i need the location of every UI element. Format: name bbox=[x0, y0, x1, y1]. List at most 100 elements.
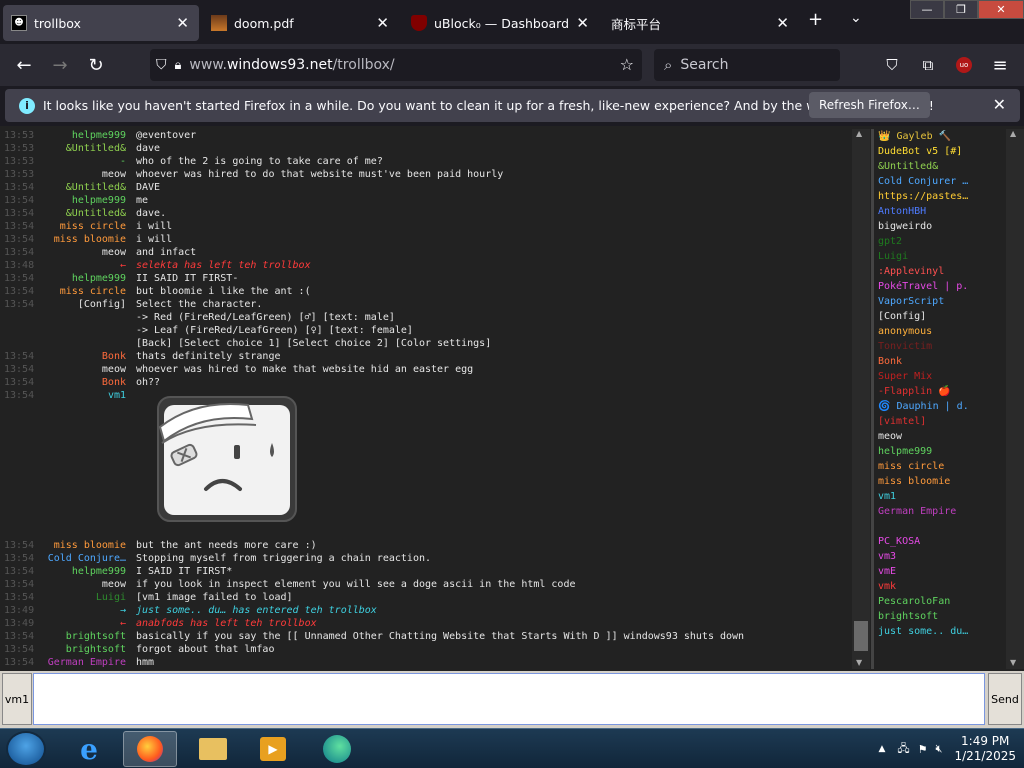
back-icon[interactable]: ← bbox=[6, 49, 42, 81]
message-nick[interactable]: German Empire bbox=[30, 656, 126, 667]
user-list-item[interactable]: Super Mix bbox=[874, 369, 1006, 384]
user-list-item[interactable]: 🌀 Dauphin | d. bbox=[874, 399, 1006, 414]
bookmark-star-icon[interactable]: ☆ bbox=[620, 55, 634, 74]
user-list-item[interactable]: PC_KOSA bbox=[874, 534, 1006, 549]
clock[interactable]: 1:49 PM 1/21/2025 bbox=[954, 734, 1016, 764]
message-nick[interactable]: meow bbox=[30, 578, 126, 591]
start-button-icon[interactable] bbox=[6, 731, 46, 767]
user-list-item[interactable] bbox=[874, 519, 1006, 534]
message-nick[interactable]: Bonk bbox=[30, 350, 126, 363]
user-list-item[interactable]: gpt2 bbox=[874, 234, 1006, 249]
scroll-up-icon[interactable]: ▲ bbox=[856, 129, 862, 138]
search-bar[interactable]: ⌕ Search bbox=[654, 49, 840, 81]
user-list-item[interactable]: Cold Conjurer … bbox=[874, 174, 1006, 189]
user-list-item[interactable]: PescaroloFan bbox=[874, 594, 1006, 609]
user-list-item[interactable]: -Flapplin 🍎 bbox=[874, 384, 1006, 399]
message-nick[interactable]: miss bloomie bbox=[30, 233, 126, 246]
message-nick[interactable]: &Untitled& bbox=[30, 181, 126, 194]
message-nick[interactable]: helpme999 bbox=[30, 194, 126, 207]
file-explorer-icon[interactable] bbox=[186, 731, 240, 767]
menu-icon[interactable]: ≡ bbox=[982, 49, 1018, 81]
user-list-item[interactable]: miss circle bbox=[874, 459, 1006, 474]
ublock-toolbar-icon[interactable]: uo bbox=[946, 49, 982, 81]
show-hidden-icons-icon[interactable]: ▲ bbox=[878, 744, 885, 754]
user-list-item[interactable]: &Untitled& bbox=[874, 159, 1006, 174]
user-list-item[interactable]: bigweirdo bbox=[874, 219, 1006, 234]
user-list-item[interactable]: Bonk bbox=[874, 354, 1006, 369]
list-tabs-chevron-icon[interactable]: ⌄ bbox=[850, 10, 862, 26]
message-nick[interactable]: &Untitled& bbox=[30, 142, 126, 155]
shield-icon[interactable]: ⛉ bbox=[156, 57, 167, 73]
message-nick[interactable]: Cold Conjure… bbox=[30, 552, 126, 565]
message-nick[interactable]: helpme999 bbox=[30, 272, 126, 285]
message-nick[interactable]: meow bbox=[30, 363, 126, 376]
user-list-scrollbar[interactable]: ▲ ▼ bbox=[1006, 129, 1024, 669]
message-nick[interactable]: → bbox=[30, 604, 126, 617]
chat-scrollbar[interactable]: ▲ ▼ bbox=[852, 129, 870, 669]
reload-icon[interactable]: ↻ bbox=[78, 49, 114, 81]
message-nick[interactable]: &Untitled& bbox=[30, 207, 126, 220]
message-nick[interactable]: helpme999 bbox=[30, 565, 126, 578]
tab-ublock-dashboard[interactable]: uBlock₀ — Dashboard ✕ bbox=[403, 5, 599, 41]
user-list-item[interactable]: Tonvictim bbox=[874, 339, 1006, 354]
new-tab-icon[interactable]: + bbox=[808, 9, 823, 30]
user-list-item[interactable]: vmE bbox=[874, 564, 1006, 579]
message-nick[interactable]: ← bbox=[30, 259, 126, 272]
message-nick[interactable]: miss circle bbox=[30, 285, 126, 298]
user-list-item[interactable]: Luigi bbox=[874, 249, 1006, 264]
scroll-down-icon[interactable]: ▼ bbox=[1010, 658, 1016, 667]
user-list-item[interactable]: miss bloomie bbox=[874, 474, 1006, 489]
flag-icon[interactable]: ⚑ bbox=[918, 743, 928, 756]
url-text[interactable]: www.windows93.net/trollbox/ bbox=[189, 57, 394, 73]
user-list-item[interactable]: [Config] bbox=[874, 309, 1006, 324]
user-list-item[interactable]: https://pastes… bbox=[874, 189, 1006, 204]
user-list-item[interactable]: vmk bbox=[874, 579, 1006, 594]
edge-icon[interactable] bbox=[310, 731, 364, 767]
close-tab-icon[interactable]: ✕ bbox=[176, 14, 189, 32]
message-nick[interactable]: brightsoft bbox=[30, 643, 126, 656]
message-nick[interactable]: helpme999 bbox=[30, 129, 126, 142]
user-list-item[interactable]: German Empire bbox=[874, 504, 1006, 519]
message-nick[interactable]: [Config] bbox=[30, 298, 126, 311]
message-nick[interactable]: miss bloomie bbox=[30, 539, 126, 552]
message-nick[interactable]: vm1 bbox=[30, 389, 126, 402]
lock-icon[interactable]: 🔒︎ bbox=[175, 58, 182, 73]
message-input[interactable] bbox=[33, 673, 985, 725]
message-nick[interactable]: miss circle bbox=[30, 220, 126, 233]
user-list-item[interactable]: anonymous bbox=[874, 324, 1006, 339]
close-tab-icon[interactable]: ✕ bbox=[376, 14, 389, 32]
message-nick[interactable]: Luigi bbox=[30, 591, 126, 604]
message-nick[interactable]: - bbox=[30, 155, 126, 168]
user-list-item[interactable]: vm3 bbox=[874, 549, 1006, 564]
firefox-icon[interactable] bbox=[123, 731, 177, 767]
message-nick[interactable]: meow bbox=[30, 168, 126, 181]
user-list-item[interactable]: helpme999 bbox=[874, 444, 1006, 459]
internet-explorer-icon[interactable]: e bbox=[62, 731, 116, 767]
chat-scroll-thumb[interactable] bbox=[854, 621, 868, 651]
tab-trollbox[interactable]: ☻ trollbox ✕ bbox=[3, 5, 199, 41]
scroll-down-icon[interactable]: ▼ bbox=[856, 658, 862, 667]
user-list-item[interactable]: vm1 bbox=[874, 489, 1006, 504]
message-nick[interactable]: brightsoft bbox=[30, 630, 126, 643]
user-list-item[interactable]: just some.. du… bbox=[874, 624, 1006, 639]
minimize-icon[interactable]: — bbox=[910, 0, 944, 19]
user-list-item[interactable]: VaporScript bbox=[874, 294, 1006, 309]
message-nick[interactable]: meow bbox=[30, 246, 126, 259]
network-icon[interactable]: 🖧︎ bbox=[897, 740, 909, 759]
message-nick[interactable]: ← bbox=[30, 617, 126, 630]
forward-icon[interactable]: → bbox=[42, 49, 78, 81]
user-list-item[interactable]: meow bbox=[874, 429, 1006, 444]
close-window-icon[interactable]: ✕ bbox=[978, 0, 1024, 19]
media-player-icon[interactable]: ▶ bbox=[246, 731, 300, 767]
tab-doom-pdf[interactable]: doom.pdf ✕ bbox=[203, 5, 399, 41]
close-notification-icon[interactable]: ✕ bbox=[993, 95, 1006, 114]
user-list-item[interactable]: 👑 Gayleb 🔨 bbox=[874, 129, 1006, 144]
user-list-item[interactable]: :Applevinyl bbox=[874, 264, 1006, 279]
refresh-firefox-button[interactable]: Refresh Firefox… bbox=[809, 92, 930, 118]
user-list-item[interactable]: DudeBot v5 [#] bbox=[874, 144, 1006, 159]
extensions-icon[interactable]: ⧉ bbox=[910, 49, 946, 81]
tab-trademark[interactable]: 商标平台 ✕ bbox=[603, 5, 799, 41]
user-list-item[interactable]: PokéTravel | p. bbox=[874, 279, 1006, 294]
pocket-icon[interactable]: ⛉ bbox=[874, 49, 910, 81]
nickname-button[interactable]: vm1 bbox=[2, 673, 32, 725]
